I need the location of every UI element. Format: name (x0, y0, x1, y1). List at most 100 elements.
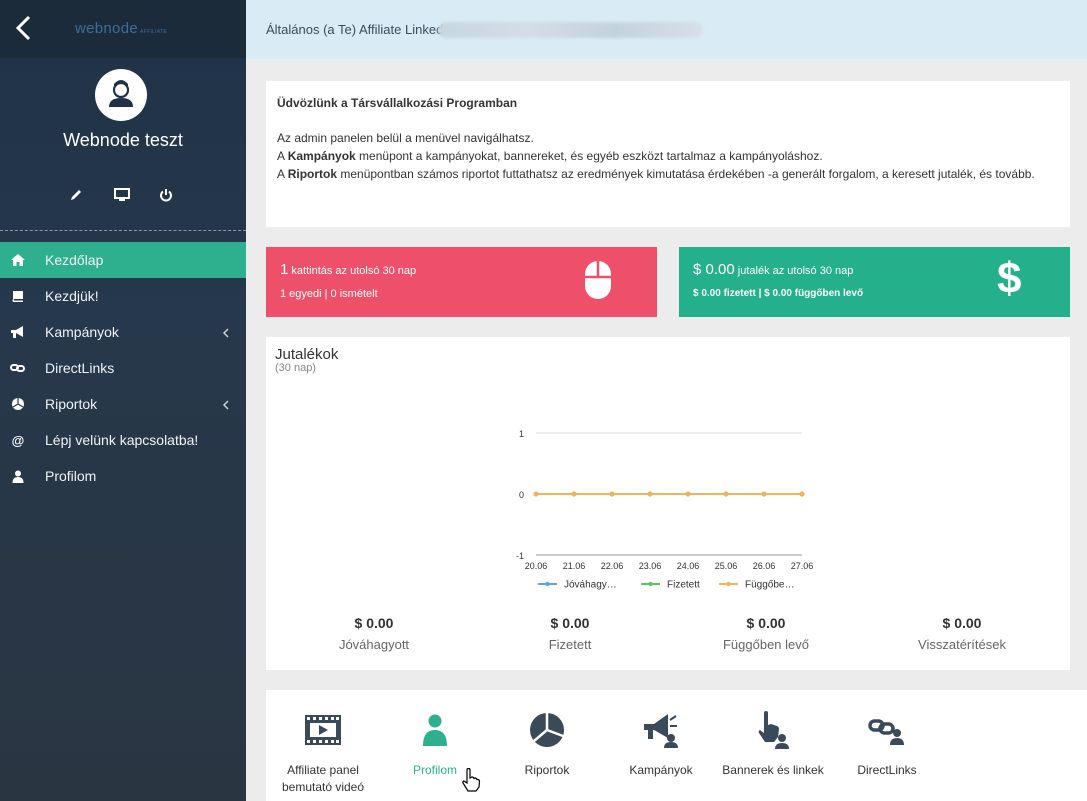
x-tick-label: 22.06 (601, 561, 624, 571)
brand-logo[interactable]: webnode AFFILIATE (75, 20, 167, 37)
shortcut-video[interactable]: Affiliate panel bemutató videó (266, 690, 380, 801)
sidebar-item-label: DirectLinks (45, 360, 115, 376)
commission-chart-card: Jutalékok (30 nap) 1 0 -1 20.06 21.06 22.06 23… (266, 337, 1070, 670)
profile-tools (0, 183, 246, 207)
welcome-line: Az admin panelen belül a menüvel navigál… (277, 131, 534, 145)
commission-line-chart: 1 0 -120.06 21.06 22.06 23.06 24.06 25.06 26.06 2… (516, 429, 814, 591)
directlink-icon (867, 712, 907, 748)
legend-label: Fizetett (667, 580, 700, 591)
x-tick-label: 20.06 (525, 561, 548, 571)
breadcrumb: Általános (a Te) Affiliate Linked (266, 22, 444, 37)
y-tick-label: 1 (519, 429, 524, 439)
chevron-left-icon (222, 398, 230, 410)
video-icon (303, 712, 343, 748)
shortcut-label: DirectLinks (857, 763, 917, 777)
user-icon (10, 468, 26, 484)
redacted-text (438, 22, 703, 38)
x-tick-label: 23.06 (639, 561, 662, 571)
banner-hand-icon (753, 711, 793, 749)
shortcut-campaigns[interactable]: Kampányok (604, 690, 718, 801)
shortcuts-panel: Affiliate panel bemutató videó Profilom … (266, 690, 1087, 801)
sidebar-item-label: Profilom (45, 468, 97, 484)
top-header: Általános (a Te) Affiliate Linked (246, 0, 1087, 59)
data-point (609, 491, 615, 497)
shortcut-reports[interactable]: Riportok (490, 690, 604, 801)
x-tick-label: 25.06 (715, 561, 738, 571)
x-tick-label: 27.06 (791, 561, 814, 571)
shortcut-banners[interactable]: Bannerek és linkek (716, 690, 830, 801)
megaphone-icon (641, 712, 681, 748)
commission-detail: $ 0.00 fizetett | $ 0.00 függőben levő (693, 288, 864, 299)
data-point (685, 491, 691, 497)
commission-stat-box: $ 0.00 jutalék az utolsó 30 nap $ 0.00 f… (679, 247, 1070, 317)
sidebar-item-kezdjuk[interactable]: Kezdjük! (0, 278, 246, 314)
shortcut-label: Kampányok (629, 763, 693, 777)
shortcut-label: Bannerek és linkek (722, 763, 824, 777)
shortcut-label: Riportok (524, 763, 570, 777)
data-point (571, 491, 577, 497)
x-tick-label: 26.06 (753, 561, 776, 571)
username: Webnode teszt (63, 130, 183, 150)
welcome-card: Üdvözlünk a Társvállalkozási Programban … (266, 81, 1070, 227)
data-point (647, 491, 653, 497)
data-point (533, 491, 539, 497)
shortcut-directlinks[interactable]: DirectLinks (830, 690, 944, 801)
welcome-line: A Kampányok menüpont a kampányokat, bann… (277, 149, 823, 163)
shortcut-profile[interactable]: Profilom (378, 690, 492, 801)
clicks-stat-box: 1 kattintás az utolsó 30 nap 1 egyedi | … (266, 247, 657, 317)
sidebar: webnode AFFILIATE Webnode teszt Kezdőlap … (0, 0, 246, 801)
legend-marker (545, 581, 550, 587)
user-icon (415, 712, 455, 748)
mouse-icon (584, 260, 612, 305)
y-tick-label: 0 (519, 490, 524, 500)
sidebar-item-kapcsolat[interactable]: @ Lépj velünk kapcsolatba! (0, 422, 246, 458)
avatar[interactable] (95, 69, 147, 121)
y-tick-label: -1 (516, 551, 524, 561)
power-icon[interactable] (154, 183, 178, 207)
sidebar-divider (0, 230, 246, 231)
back-arrow-icon[interactable] (13, 14, 37, 42)
total-refunds: $ 0.00 Visszatérítések (918, 615, 1006, 652)
pie-chart-icon (527, 712, 567, 748)
total-paid: $ 0.00 Fizetett (548, 615, 592, 652)
sidebar-item-label: Riportok (45, 396, 98, 412)
dollar-icon: $ (997, 254, 1022, 303)
commission-summary: $ 0.00 jutalék az utolsó 30 nap (693, 261, 854, 278)
data-point (723, 491, 729, 497)
sidebar-item-label: Lépj velünk kapcsolatba! (45, 432, 199, 448)
sidebar-item-kezdolap[interactable]: Kezdőlap (0, 242, 246, 278)
sidebar-item-label: Kezdőlap (45, 252, 104, 268)
totals-row: $ 0.00 Jóváhagyott $ 0.00 Fizetett $ 0.00 F… (266, 615, 1070, 665)
legend-label: Függőbe… (745, 580, 794, 591)
legend-label: Jóváhagy… (564, 580, 617, 591)
link-icon (10, 360, 26, 376)
clicks-summary: 1 kattintás az utolsó 30 nap (280, 261, 417, 278)
total-approved: $ 0.00 Jóváhagyott (338, 615, 410, 652)
x-tick-label: 21.06 (563, 561, 586, 571)
sidebar-item-riportok[interactable]: Riportok (0, 386, 246, 422)
sidebar-item-label: Kampányok (45, 324, 119, 340)
home-icon (10, 252, 26, 268)
sidebar-item-profilom[interactable]: Profilom (0, 458, 246, 494)
x-tick-label: 24.06 (677, 561, 700, 571)
shortcut-label: Affiliate panel bemutató videó (281, 763, 365, 794)
welcome-title: Üdvözlünk a Társvállalkozási Programban (277, 96, 518, 110)
book-icon (10, 288, 26, 304)
sidebar-item-label: Kezdjük! (45, 288, 99, 304)
monitor-icon[interactable] (110, 183, 134, 207)
sidebar-item-directlinks[interactable]: DirectLinks (0, 350, 246, 386)
sidebar-topbar: webnode AFFILIATE (0, 0, 246, 58)
sidebar-item-kampanyok[interactable]: Kampányok (0, 314, 246, 350)
data-point (761, 491, 767, 497)
pie-chart-icon (10, 396, 26, 412)
sidebar-nav: Kezdőlap Kezdjük! Kampányok DirectLinks … (0, 242, 246, 494)
pencil-icon[interactable] (64, 183, 88, 207)
welcome-line: A Riportok menüpontban számos riportot f… (277, 167, 1035, 181)
clicks-detail: 1 egyedi | 0 ismételt (280, 288, 378, 300)
chevron-left-icon (222, 326, 230, 338)
total-pending: $ 0.00 Függőben levő (722, 615, 809, 652)
at-icon: @ (11, 432, 25, 448)
legend-marker (726, 581, 731, 587)
data-point (799, 491, 805, 497)
legend-marker (648, 581, 653, 587)
